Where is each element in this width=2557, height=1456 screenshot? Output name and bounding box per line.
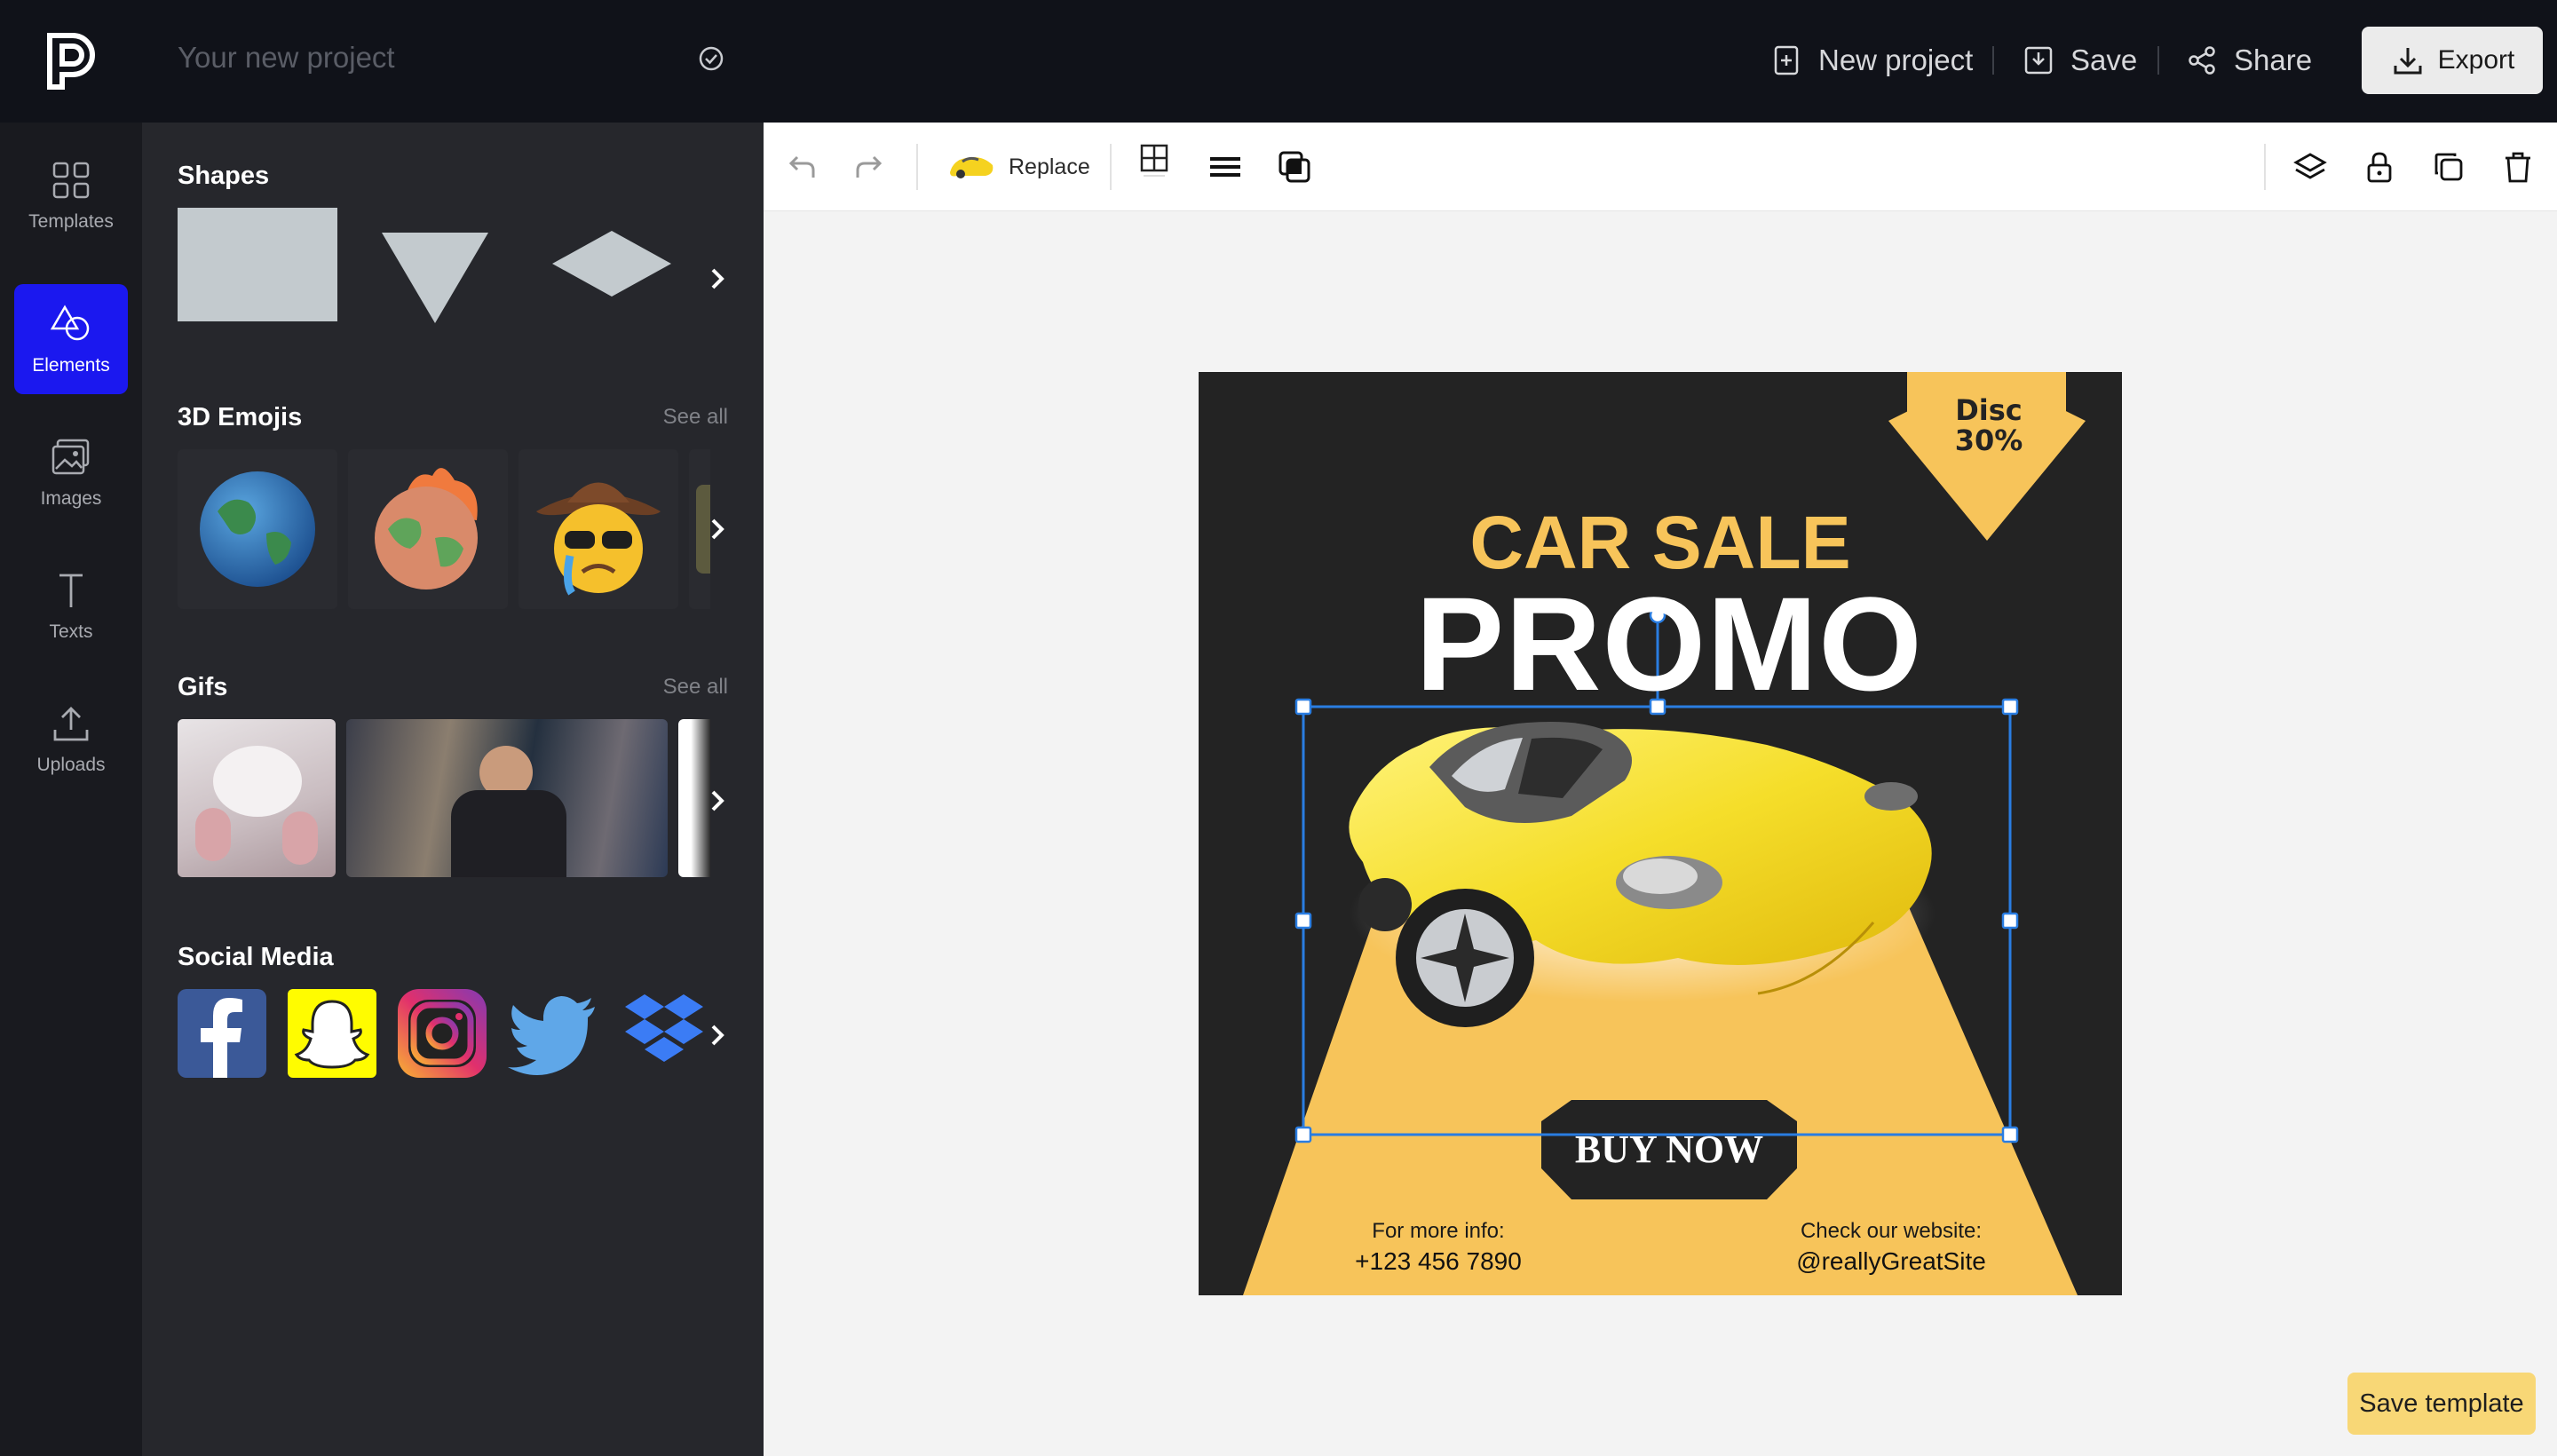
chevron-right-icon[interactable] bbox=[703, 787, 732, 815]
shape-triangle[interactable] bbox=[380, 229, 490, 325]
badge-line-2[interactable]: 30% bbox=[1940, 425, 2038, 455]
info-label[interactable]: For more info: bbox=[1323, 1219, 1554, 1244]
divider bbox=[2157, 46, 2159, 75]
instagram-icon[interactable] bbox=[398, 989, 487, 1078]
arrange-layers-icon[interactable] bbox=[1277, 149, 1312, 185]
sidebar-item-elements[interactable]: Elements bbox=[14, 284, 128, 394]
layers-icon[interactable] bbox=[2292, 149, 2328, 185]
upload-icon bbox=[53, 707, 89, 741]
new-file-icon bbox=[1774, 45, 1799, 75]
emojis-see-all-link[interactable]: See all bbox=[663, 405, 728, 430]
chevron-right-icon[interactable] bbox=[703, 1021, 732, 1049]
toolbar-divider bbox=[1110, 144, 1112, 190]
project-name-input[interactable]: Your new project bbox=[178, 41, 395, 75]
sidebar-item-label: Elements bbox=[32, 355, 110, 376]
shape-rectangle[interactable] bbox=[178, 208, 337, 321]
save-icon bbox=[2024, 46, 2053, 75]
sidebar-item-label: Texts bbox=[49, 621, 93, 642]
download-icon bbox=[2394, 48, 2422, 75]
earth-emoji-icon bbox=[200, 471, 315, 587]
top-bar: Your new project New project Save Share … bbox=[0, 0, 2557, 123]
divider bbox=[1992, 46, 1994, 75]
sidebar-item-label: Images bbox=[40, 488, 102, 509]
chevron-right-icon[interactable] bbox=[703, 515, 732, 543]
replace-label: Replace bbox=[1009, 154, 1090, 179]
grid-icon bbox=[52, 162, 90, 199]
emoji-earth[interactable] bbox=[178, 449, 337, 609]
share-label: Share bbox=[2234, 44, 2313, 76]
chevron-right-icon[interactable] bbox=[703, 265, 732, 293]
share-icon bbox=[2189, 46, 2215, 75]
emoji-cowboy-cry[interactable] bbox=[519, 449, 678, 609]
gifs-see-all-link[interactable]: See all bbox=[663, 675, 728, 700]
sidebar-item-label: Uploads bbox=[36, 755, 106, 775]
facebook-icon[interactable] bbox=[178, 989, 266, 1078]
gif-thumbnail-crowd[interactable] bbox=[346, 719, 668, 877]
toolbar-divider bbox=[2264, 144, 2266, 190]
section-title-social: Social Media bbox=[178, 943, 334, 971]
text-icon bbox=[59, 574, 83, 607]
cowboy-emoji-icon bbox=[536, 482, 661, 596]
elements-panel: Shapes 3D Emojis See all Gifs See all So… bbox=[142, 123, 764, 1456]
undo-icon[interactable] bbox=[783, 149, 819, 185]
emoji-burning-earth[interactable] bbox=[348, 449, 508, 609]
share-button[interactable]: Share bbox=[2186, 39, 2312, 82]
transparency-grid-icon[interactable] bbox=[1138, 142, 1174, 178]
toolbar-divider bbox=[916, 144, 918, 190]
app-root: Your new project New project Save Share … bbox=[0, 0, 2557, 1456]
logo-icon[interactable] bbox=[43, 30, 98, 92]
lock-icon[interactable] bbox=[2362, 149, 2397, 185]
images-icon bbox=[51, 439, 90, 475]
duplicate-icon[interactable] bbox=[2431, 149, 2466, 185]
save-label: Save bbox=[2070, 44, 2138, 76]
sidebar-item-texts[interactable]: Texts bbox=[14, 550, 128, 661]
design-canvas[interactable]: Disc 30% CAR SALE PROMO BUY NOW For more… bbox=[1199, 372, 2122, 1295]
website-label[interactable]: Check our website: bbox=[1767, 1219, 2015, 1244]
new-project-label: New project bbox=[1818, 44, 1974, 76]
gif-thumbnail-puppy[interactable] bbox=[178, 719, 336, 877]
export-button[interactable]: Export bbox=[2362, 27, 2543, 94]
line-spacing-icon[interactable] bbox=[1207, 149, 1243, 185]
check-circle-icon[interactable] bbox=[698, 45, 724, 72]
twitter-icon[interactable] bbox=[506, 989, 600, 1078]
sidebar: Templates Elements Images Texts Uploads bbox=[0, 123, 142, 1456]
website-handle[interactable]: @reallyGreatSite bbox=[1767, 1247, 2015, 1276]
section-title-shapes: Shapes bbox=[178, 162, 270, 190]
save-template-button[interactable]: Save template bbox=[2347, 1373, 2536, 1435]
shapes-icon bbox=[50, 305, 90, 341]
sidebar-item-uploads[interactable]: Uploads bbox=[14, 684, 128, 794]
sidebar-item-images[interactable]: Images bbox=[14, 417, 128, 527]
fire-earth-emoji-icon bbox=[375, 468, 478, 590]
promo-text[interactable]: PROMO bbox=[1350, 567, 1989, 721]
export-label: Export bbox=[2437, 45, 2515, 75]
badge-line-1[interactable]: Disc bbox=[1940, 395, 2038, 425]
redo-icon[interactable] bbox=[852, 149, 888, 185]
phone-number[interactable]: +123 456 7890 bbox=[1323, 1247, 1554, 1276]
snapchat-icon[interactable] bbox=[288, 989, 376, 1078]
buy-now-text[interactable]: BUY NOW bbox=[1541, 1127, 1797, 1172]
editor-toolbar: Replace bbox=[764, 123, 2557, 211]
save-button[interactable]: Save bbox=[2023, 39, 2137, 82]
dropbox-icon[interactable] bbox=[618, 989, 710, 1078]
sidebar-item-templates[interactable]: Templates bbox=[14, 140, 128, 250]
section-title-emojis: 3D Emojis bbox=[178, 403, 303, 431]
trash-icon[interactable] bbox=[2500, 149, 2536, 185]
section-title-gifs: Gifs bbox=[178, 673, 228, 701]
car-thumbnail-icon bbox=[950, 156, 994, 178]
shape-diamond[interactable] bbox=[550, 229, 673, 298]
sidebar-item-label: Templates bbox=[28, 211, 114, 232]
new-project-button[interactable]: New project bbox=[1770, 39, 1973, 82]
